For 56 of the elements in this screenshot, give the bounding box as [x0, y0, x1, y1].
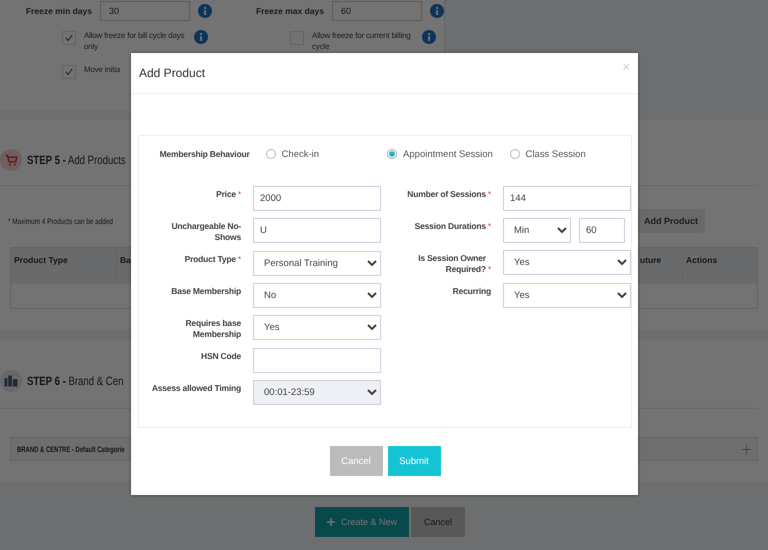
field-label: Price	[216, 189, 236, 200]
plus-icon[interactable]	[742, 444, 751, 454]
required-mark: *	[488, 264, 491, 276]
select-field[interactable]: Personal Training	[253, 250, 381, 276]
select-field[interactable]: Yes	[503, 282, 631, 308]
radio-button[interactable]: Class Session	[510, 148, 632, 160]
select-field[interactable]: No	[253, 282, 381, 308]
text-field[interactable]: 60	[579, 218, 625, 243]
note-text: * Maximum 4 Products can be added	[8, 216, 113, 226]
info-icon[interactable]	[194, 30, 208, 44]
text-field[interactable]: U	[253, 218, 381, 243]
accordion-title: BRAND & CENTRE - Default Categorie	[17, 444, 125, 454]
text-field[interactable]: 30	[100, 1, 190, 21]
field-label: Unchargeable No-Shows	[170, 221, 241, 244]
field-label: HSN Code	[201, 350, 241, 362]
required-mark: *	[238, 189, 241, 200]
text-field[interactable]	[253, 348, 381, 373]
dialog-title: Add Product	[139, 66, 206, 80]
field-label: Assess allowed Timing	[152, 382, 241, 394]
info-icon[interactable]	[422, 30, 436, 44]
text-field[interactable]: 60	[332, 1, 422, 21]
required-mark: *	[488, 221, 491, 232]
checkbox-label: Move initia	[84, 64, 120, 76]
field-label: Session Durations	[414, 221, 486, 232]
field-label: Product Type	[184, 254, 236, 266]
radio-button[interactable]: Appointment Session	[387, 148, 510, 160]
field-label: Base Membership	[171, 286, 241, 298]
checkbox-label: Allow freeze for bill cycle days only	[84, 30, 186, 52]
text-field[interactable]: 2000	[253, 186, 381, 211]
info-icon[interactable]	[430, 4, 444, 18]
buildings-icon	[0, 370, 22, 392]
cart-icon	[0, 149, 22, 171]
required-mark: *	[238, 254, 241, 266]
field-label: Membership Behaviour	[158, 149, 250, 159]
field-label: Requires base Membership	[184, 318, 241, 341]
section-title: STEP 5 - Add Products	[27, 153, 126, 167]
text-field[interactable]: 144	[503, 186, 631, 211]
field-label: Is Session Owner Required?	[417, 253, 486, 276]
field-label: Number of Sessions	[407, 189, 486, 200]
checkbox[interactable]	[62, 65, 76, 80]
required-mark: *	[488, 189, 491, 200]
field-label: Freeze min days	[24, 6, 92, 16]
field-label: Recurring	[452, 286, 491, 298]
checkmark-icon	[65, 68, 73, 76]
column-header: Actions	[685, 254, 718, 267]
checkmark-icon	[65, 34, 73, 42]
info-icon[interactable]	[198, 4, 212, 18]
field-label: Freeze max days	[254, 6, 324, 16]
select-field[interactable]: Yes	[253, 314, 381, 340]
section-title: STEP 6 - Brand & Cen	[27, 374, 124, 388]
checkbox[interactable]	[62, 31, 76, 45]
radio-button[interactable]: Check-in	[266, 148, 388, 160]
checkbox-label: Allow freeze for current billing cycle	[312, 30, 412, 52]
unit-select[interactable]: Min	[503, 218, 571, 243]
select-field[interactable]: Yes	[503, 250, 631, 275]
plus-icon	[326, 518, 335, 526]
